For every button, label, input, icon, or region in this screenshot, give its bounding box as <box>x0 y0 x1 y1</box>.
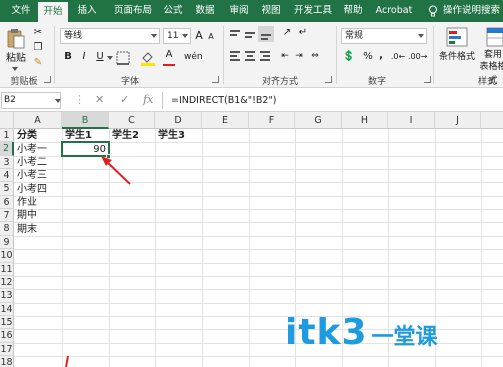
arrow-to-b2 <box>101 156 131 185</box>
watermark-cn: 一堂课 <box>371 325 438 350</box>
arrow-bottom-partial <box>65 355 69 367</box>
watermark-latin: itk3 <box>285 312 368 353</box>
watermark: itk3 一堂课 <box>285 312 438 353</box>
